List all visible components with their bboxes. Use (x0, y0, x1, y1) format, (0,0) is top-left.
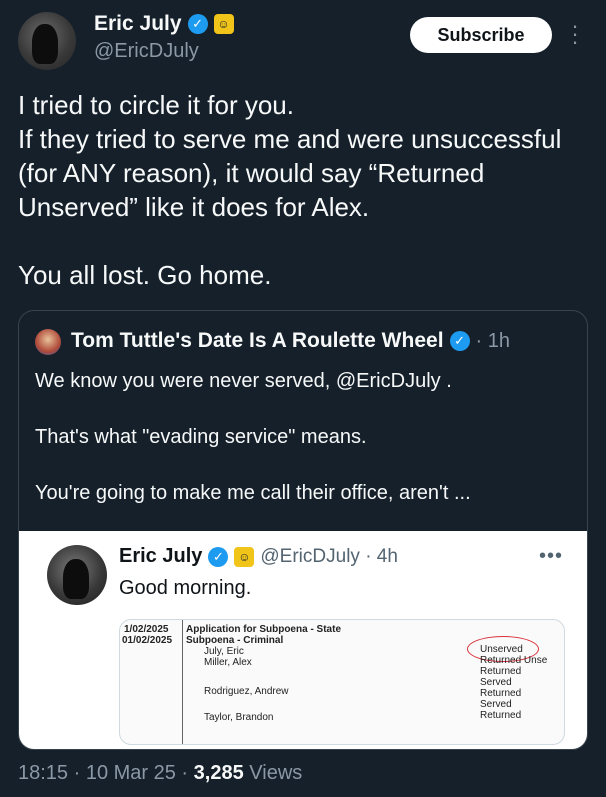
quote-author-avatar[interactable] (35, 329, 61, 355)
embedded-text: Good morning. (119, 577, 252, 599)
tweet-line: You all lost. Go home. (18, 260, 272, 290)
tweet-line: If they tried to serve me and were unsuc… (18, 124, 562, 222)
quote-line: That's what "evading service" means. (35, 426, 367, 448)
embedded-handle-time: @EricDJuly · 4h (260, 545, 398, 567)
doc-status: Unserved (480, 644, 523, 655)
verified-check-icon: ✓ (208, 546, 229, 567)
doc-party-name: July, Eric (204, 646, 244, 657)
quote-line: You're going to make me call their offic… (35, 482, 471, 504)
affiliate-badge-icon[interactable]: ☺ (213, 14, 234, 34)
more-horizontal-icon: ••• (539, 545, 564, 567)
views-label: Views (243, 762, 303, 784)
doc-desc: Subpoena - Criminal (186, 635, 284, 646)
quote-text: We know you were never served, @EricDJul… (35, 367, 575, 507)
doc-party-name: Taylor, Brandon (204, 712, 274, 723)
subscribe-button[interactable]: Subscribe (410, 17, 552, 53)
doc-status: Returned (480, 710, 522, 721)
tweet-timestamp[interactable]: 18:15 · 10 Mar 25 · (18, 762, 194, 784)
author-display-name[interactable]: Eric July (94, 12, 182, 36)
doc-status: Returned (480, 666, 522, 677)
avatar-silhouette (32, 24, 58, 64)
more-vertical-icon[interactable]: · · · (569, 15, 581, 53)
quote-name-row: Tom Tuttle's Date Is A Roulette Wheel ✓ … (71, 329, 510, 353)
quote-display-name[interactable]: Tom Tuttle's Date Is A Roulette Wheel (71, 329, 444, 353)
embedded-name-row: Eric July ✓ ☺ @EricDJuly · 4h (119, 545, 398, 568)
doc-party-name: Miller, Alex (204, 657, 252, 668)
doc-status: Returned (480, 688, 522, 699)
author-avatar[interactable] (18, 12, 76, 70)
embedded-author-avatar (47, 545, 107, 605)
views-count[interactable]: 3,285 (194, 762, 244, 784)
embedded-display-name: Eric July (119, 545, 203, 567)
court-document-image: 1/02/2025 Application for Subpoena - Sta… (119, 619, 565, 745)
doc-date: 01/02/2025 (122, 635, 173, 646)
verified-check-icon: ✓ (187, 14, 208, 34)
author-name-row: Eric July ✓ ☺ (94, 12, 234, 36)
quote-line: We know you were never served, @EricDJul… (35, 370, 452, 392)
author-handle[interactable]: @EricDJuly (94, 40, 199, 63)
tweet-meta: 18:15 · 10 Mar 25 · 3,285 Views (18, 762, 302, 785)
doc-date: 1/02/2025 (124, 624, 169, 635)
doc-status: Served (480, 699, 512, 710)
quoted-tweet[interactable]: Tom Tuttle's Date Is A Roulette Wheel ✓ … (18, 310, 588, 750)
doc-desc: Application for Subpoena - State (186, 624, 342, 635)
document-divider (182, 620, 183, 744)
tweet-text: I tried to circle it for you. If they tr… (18, 88, 593, 292)
quote-timestamp[interactable]: · 1h (476, 330, 510, 353)
avatar-silhouette (63, 559, 89, 599)
doc-party-name: Rodriguez, Andrew (204, 686, 289, 697)
affiliate-badge-icon: ☺ (234, 546, 255, 567)
attached-screenshot-image[interactable]: Eric July ✓ ☺ @EricDJuly · 4h ••• Good m… (19, 531, 587, 749)
doc-status: Returned Unse (480, 655, 548, 666)
tweet-line: I tried to circle it for you. (18, 90, 294, 120)
verified-check-icon: ✓ (449, 331, 470, 351)
doc-status: Served (480, 677, 512, 688)
